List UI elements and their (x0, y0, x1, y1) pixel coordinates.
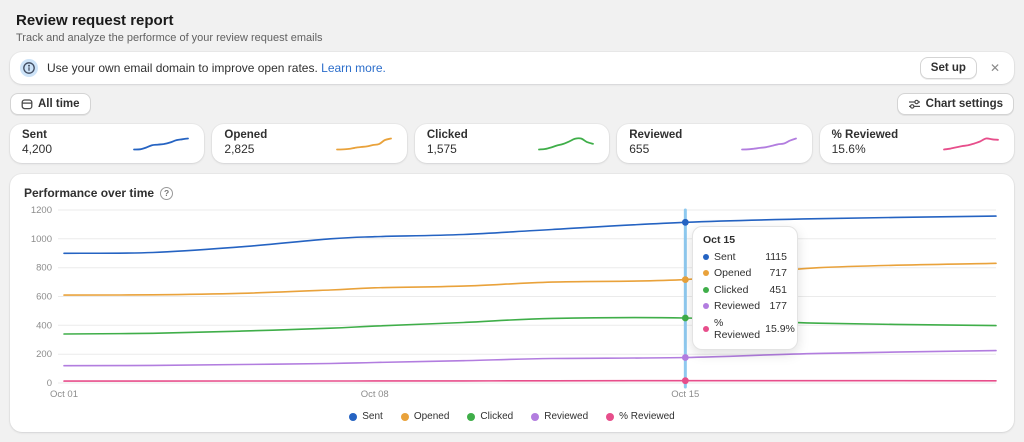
series-dot-icon (531, 413, 539, 421)
tooltip-row-reviewed: Reviewed 177 (703, 300, 787, 312)
tooltip-row-clicked: Clicked 451 (703, 284, 787, 296)
series-dot-icon (703, 326, 709, 332)
series-line-sent (64, 216, 996, 253)
sparkline-sent (132, 136, 190, 152)
banner-text: Use your own email domain to improve ope… (47, 61, 318, 75)
x-axis-label: Oct 01 (50, 389, 78, 400)
tooltip-series-value: 451 (769, 284, 787, 296)
series-dot-icon (467, 413, 475, 421)
info-icon (20, 59, 38, 77)
page-title: Review request report (16, 12, 1008, 29)
performance-line-chart[interactable]: 1200 1000 800 600 400 200 0Oct 01 Oct 08 Oct 15 (24, 204, 1000, 402)
date-filter-button[interactable]: All time (10, 93, 91, 115)
metric-card-clicked[interactable]: Clicked1,575 (415, 124, 609, 163)
y-axis-label: 1200 (31, 205, 52, 216)
series-dot-icon (349, 413, 357, 421)
chart-title: Performance over time (24, 186, 154, 200)
sparkline-opened (335, 136, 393, 152)
legend-label: Opened (414, 411, 450, 422)
legend-label: Sent (362, 411, 383, 422)
legend-item-reviewed[interactable]: % Reviewed (606, 411, 675, 422)
tooltip-series-label: Opened (714, 267, 764, 279)
legend-label: % Reviewed (619, 411, 675, 422)
series-dot-icon (703, 287, 709, 293)
legend-item-sent[interactable]: Sent (349, 411, 383, 422)
calendar-icon (21, 98, 33, 110)
crosshair-dot-opened (682, 276, 689, 283)
crosshair-dot-reviewed (682, 354, 689, 361)
page-header: Review request report Track and analyze … (10, 10, 1014, 44)
tooltip-series-label: Sent (714, 251, 760, 263)
chart-body: 1200 1000 800 600 400 200 0Oct 01 Oct 08 Oct 15 … (24, 204, 1000, 407)
tooltip-rows: Sent 1115Opened 717 Clicked 451 Reviewed 177 % … (703, 251, 787, 341)
series-dot-icon (703, 270, 709, 276)
tooltip-row-opened: Opened 717 (703, 267, 787, 279)
legend-label: Reviewed (544, 411, 588, 422)
email-domain-banner: Use your own email domain to improve ope… (10, 52, 1014, 84)
x-axis-label: Oct 08 (361, 389, 389, 400)
y-axis-label: 0 (47, 378, 52, 389)
legend-label: Clicked (480, 411, 513, 422)
chart-title-row: Performance over time ? (24, 184, 1000, 202)
banner-message: Use your own email domain to improve ope… (47, 61, 911, 75)
chart-tooltip: Oct 15 Sent 1115Opened 717 Clicked 451 Review… (692, 226, 798, 350)
tooltip-date: Oct 15 (703, 234, 787, 246)
series-dot-icon (401, 413, 409, 421)
tooltip-series-value: 177 (769, 300, 787, 312)
tooltip-series-label: % Reviewed (714, 317, 760, 341)
sparkline-reviewed (942, 136, 1000, 152)
page-subtitle: Track and analyze the performce of your … (16, 32, 1008, 44)
metric-cards-row: Sent4,200Opened2,825Clicked1,575Reviewed… (10, 124, 1014, 163)
y-axis-label: 1000 (31, 234, 52, 245)
y-axis-label: 800 (36, 263, 52, 274)
tooltip-series-value: 15.9% (765, 323, 795, 335)
toolbar: All time Chart settings (10, 93, 1014, 115)
crosshair-dot-reviewed (682, 377, 689, 384)
tooltip-row-sent: Sent 1115 (703, 251, 787, 263)
metric-card-reviewed[interactable]: Reviewed655 (617, 124, 811, 163)
series-dot-icon (703, 254, 709, 260)
report-page: Review request report Track and analyze … (0, 0, 1024, 432)
crosshair-dot-sent (682, 219, 689, 226)
legend-item-clicked[interactable]: Clicked (467, 411, 513, 422)
y-axis-label: 400 (36, 320, 52, 331)
legend-item-opened[interactable]: Opened (401, 411, 450, 422)
legend-item-reviewed[interactable]: Reviewed (531, 411, 588, 422)
tooltip-series-value: 717 (769, 267, 787, 279)
sliders-icon (908, 98, 921, 110)
close-icon[interactable]: ✕ (986, 60, 1004, 76)
date-filter-label: All time (38, 97, 80, 111)
help-icon[interactable]: ? (160, 187, 173, 200)
tooltip-series-value: 1115 (765, 251, 787, 263)
learn-more-link[interactable]: Learn more. (321, 61, 386, 75)
x-axis-label: Oct 15 (671, 389, 699, 400)
chart-settings-label: Chart settings (926, 97, 1003, 111)
metric-card-opened[interactable]: Opened2,825 (212, 124, 406, 163)
chart-legend: Sent Opened Clicked Reviewed % Reviewed (24, 411, 1000, 422)
chart-settings-button[interactable]: Chart settings (897, 93, 1014, 115)
tooltip-series-label: Clicked (714, 284, 764, 296)
performance-chart-card: Performance over time ? 1200 1000 800 600 40… (10, 174, 1014, 432)
y-axis-label: 600 (36, 292, 52, 303)
metric-card-sent[interactable]: Sent4,200 (10, 124, 204, 163)
tooltip-series-label: Reviewed (714, 300, 764, 312)
sparkline-reviewed (740, 136, 798, 152)
series-line-reviewed (64, 351, 996, 366)
metric-card-reviewed[interactable]: % Reviewed15.6% (820, 124, 1014, 163)
y-axis-label: 200 (36, 349, 52, 360)
sparkline-clicked (537, 136, 595, 152)
crosshair-dot-clicked (682, 315, 689, 322)
set-up-button[interactable]: Set up (920, 57, 977, 79)
series-dot-icon (606, 413, 614, 421)
series-dot-icon (703, 303, 709, 309)
tooltip-row-reviewed: % Reviewed15.9% (703, 317, 787, 341)
